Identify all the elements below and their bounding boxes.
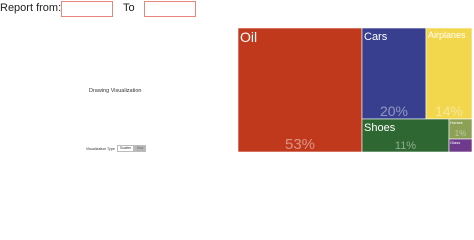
report-from-input[interactable] (61, 1, 113, 17)
box-button[interactable]: Box (134, 145, 147, 152)
treemap-cell-cars: Cars 20% (361, 28, 427, 120)
treemap-cell-glass: Glass (448, 138, 472, 152)
visualization-type-label: Visualization Type (86, 146, 115, 151)
treemap-percent-oil: 53% (285, 136, 315, 152)
scatter-button[interactable]: Scatter (116, 145, 135, 152)
report-page: Report from: To Drawing Visualization Vi… (0, 0, 474, 207)
treemap-rect-oil (238, 28, 363, 152)
treemap-cell-airplanes: Airplanes 14% (425, 28, 472, 120)
treemap-label-cars: Cars (364, 31, 388, 43)
drawing-visualization-label: Drawing Visualization (89, 88, 142, 94)
treemap-percent-airplanes: 14% (435, 103, 463, 119)
treemap-cell-shoes: Shoes 11% (361, 118, 450, 152)
treemap-label-horses: Horses (450, 120, 463, 125)
treemap-percent-cars: 20% (380, 103, 408, 119)
treemap-label-airplanes: Airplanes (428, 30, 466, 40)
report-to-input[interactable] (144, 1, 196, 17)
treemap-label-oil: Oil (240, 29, 257, 45)
treemap-percent-horses: 1% (455, 129, 467, 138)
report-from-label: Report from: (0, 2, 62, 14)
treemap-label-glass: Glass (450, 140, 460, 145)
treemap-cell-oil: Oil 53% (238, 28, 363, 152)
treemap-percent-shoes: 11% (395, 140, 416, 152)
treemap-chart: Oil 53% Cars 20% Airplanes 14% Shoes 11% Horses 1… (238, 28, 472, 152)
treemap-label-shoes: Shoes (364, 122, 396, 134)
treemap-cell-horses: Horses 1% (448, 118, 472, 140)
report-to-label: To (123, 2, 135, 14)
visualization-type-control: Visualization Type Scatter Box (86, 145, 147, 152)
